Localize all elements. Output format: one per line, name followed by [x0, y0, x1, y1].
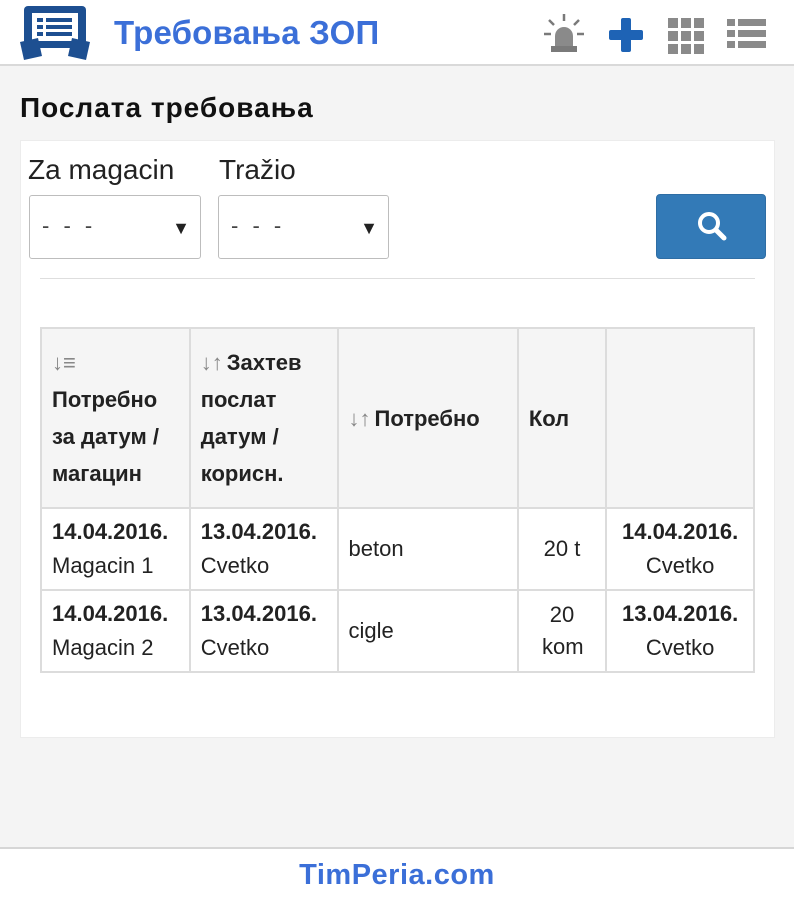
user-name: Cvetko — [200, 635, 270, 660]
column-header-item[interactable]: ↓↑ Потребно — [336, 327, 519, 509]
sort-icon: ↓↑ — [200, 350, 223, 375]
footer-link[interactable]: TimPeria.com — [0, 849, 794, 900]
needed-date-cell: 14.04.2016. Magacin 1 — [40, 507, 191, 591]
item-cell: cigle — [336, 589, 519, 673]
last-date-cell: 13.04.2016. Cvetko — [605, 589, 755, 673]
sort-icon: ↓≡ — [52, 350, 76, 375]
column-header-label: Потребно за датум / магацин — [52, 387, 159, 486]
requester-select[interactable]: - - - ▼ — [218, 195, 389, 259]
requester-filter-label: Tražio — [219, 154, 296, 185]
sent-date: 13.04.2016. — [200, 519, 317, 544]
sent-date-cell: 13.04.2016. Cvetko — [188, 507, 339, 591]
column-header-label: Кол — [528, 405, 570, 431]
last-date-cell: 14.04.2016. Cvetko — [605, 507, 755, 591]
list-icon[interactable] — [724, 12, 768, 56]
dropdown-arrow-icon: ▼ — [360, 218, 378, 238]
table-header-row: ↓≡ Потребно за датум / магацин ↓↑ Захтев п… — [40, 327, 755, 509]
needed-date: 14.04.2016. — [52, 601, 169, 626]
alarm-light-icon[interactable] — [542, 12, 586, 56]
sent-date: 13.04.2016. — [200, 601, 317, 626]
search-button[interactable] — [656, 194, 766, 259]
user-name: Cvetko — [200, 553, 270, 578]
app-title: Требовања ЗОП — [114, 14, 380, 51]
sent-date-cell: 13.04.2016. Cvetko — [188, 589, 339, 673]
column-header-sent-date[interactable]: ↓↑ Захтев послат датум / корисн. — [188, 327, 339, 509]
table-row[interactable]: 14.04.2016. Magacin 2 13.04.2016. Cvetko c… — [40, 589, 755, 673]
warehouse-name: Magacin 2 — [52, 635, 154, 660]
app-logo-icon[interactable] — [20, 4, 90, 60]
needed-date-cell: 14.04.2016. Magacin 2 — [40, 589, 191, 673]
requester-select-value: - - - — [231, 213, 286, 238]
qty-cell: 20 t — [516, 507, 608, 591]
search-icon — [698, 212, 727, 241]
column-header-needed-date[interactable]: ↓≡ Потребно за датум / магацин — [40, 327, 191, 509]
column-header-qty: Кол — [516, 327, 608, 509]
column-header-label: Потребно — [374, 405, 480, 431]
dropdown-arrow-icon: ▼ — [172, 218, 190, 238]
last-date: 13.04.2016. — [621, 601, 739, 626]
requests-table: ↓≡ Потребно за датум / магацин ↓↑ Захтев п… — [40, 327, 755, 673]
plus-icon[interactable] — [604, 12, 648, 56]
qty-cell: 20 kom — [516, 589, 608, 673]
top-bar: Требовања ЗОП — [0, 0, 794, 66]
warehouse-select-value: - - - — [42, 213, 97, 238]
last-date: 14.04.2016. — [621, 519, 739, 544]
divider — [40, 278, 755, 279]
page-title: Послата требовања — [20, 92, 314, 123]
warehouse-select[interactable]: - - - ▼ — [29, 195, 201, 259]
last-user: Cvetko — [645, 635, 715, 660]
grid-icon[interactable] — [664, 12, 708, 56]
last-user: Cvetko — [645, 553, 715, 578]
qty-value: 20 kom — [542, 602, 584, 659]
item-cell: beton — [336, 507, 519, 591]
table-row[interactable]: 14.04.2016. Magacin 1 13.04.2016. Cvetko b… — [40, 507, 755, 591]
warehouse-name: Magacin 1 — [52, 553, 154, 578]
sort-icon: ↓↑ — [348, 405, 371, 431]
warehouse-filter-label: Za magacin — [28, 154, 175, 185]
needed-date: 14.04.2016. — [52, 519, 169, 544]
column-header-empty — [605, 327, 755, 509]
